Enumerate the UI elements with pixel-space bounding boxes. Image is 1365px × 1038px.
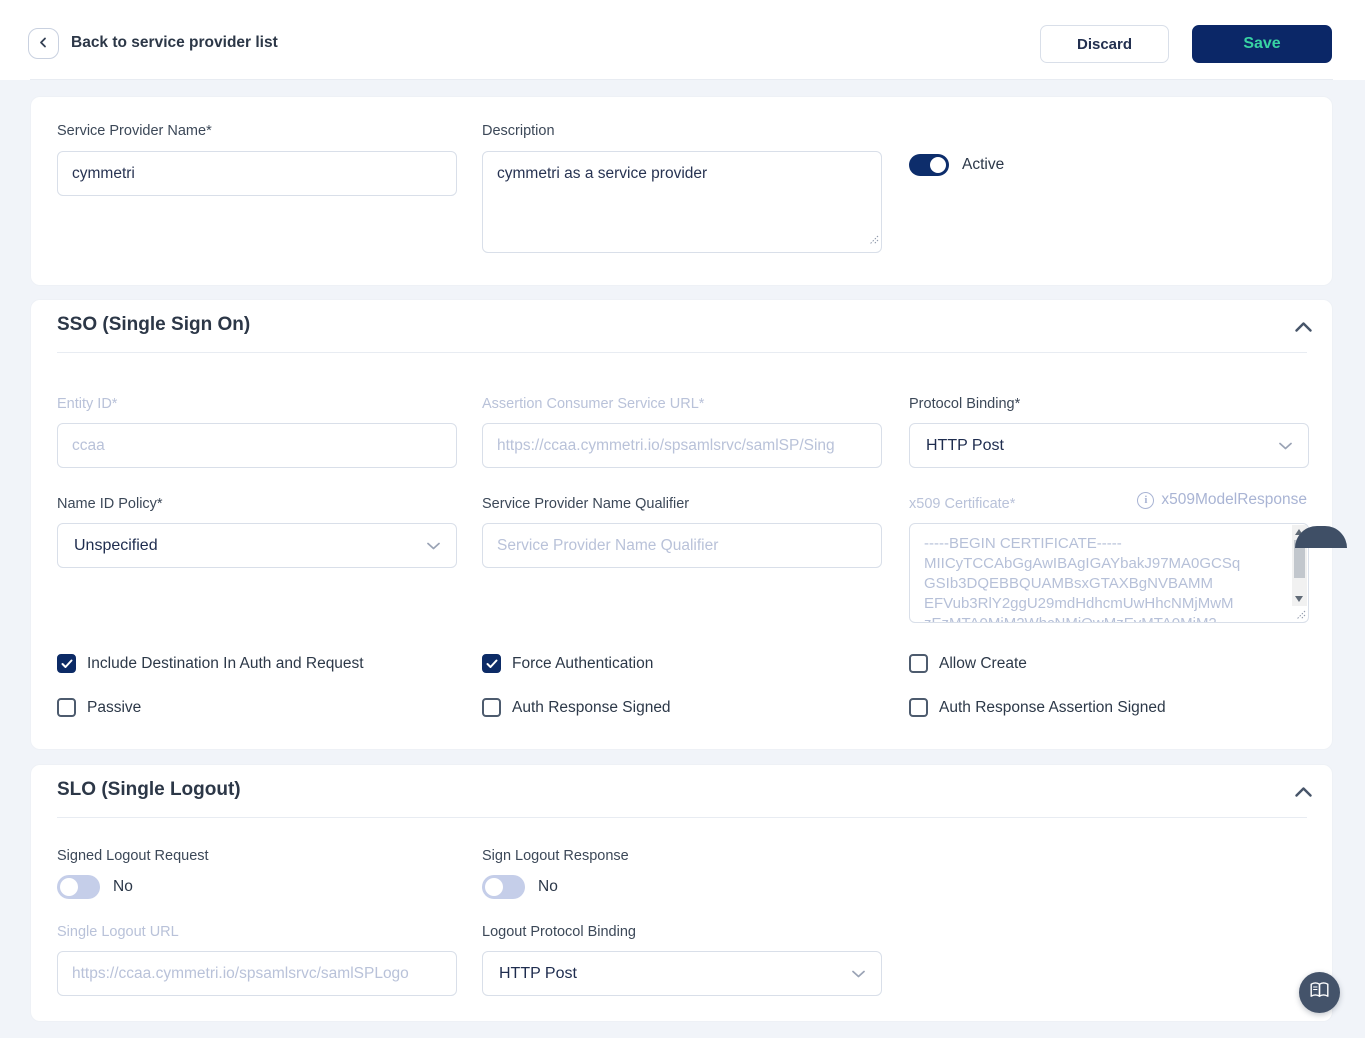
chevron-up-icon (1294, 784, 1312, 802)
active-toggle-row: Active (909, 154, 1004, 176)
resize-grip-icon[interactable] (1292, 606, 1307, 621)
protocol-binding-select[interactable]: HTTP Post (909, 423, 1309, 468)
basic-info-card: Service Provider Name* Description cymme… (30, 96, 1333, 286)
entity-id-label: Entity ID* (57, 396, 118, 412)
logout-protocol-binding-value: HTTP Post (499, 964, 577, 982)
sp-name-qualifier-label: Service Provider Name Qualifier (482, 496, 690, 512)
sso-collapse-button[interactable] (1289, 316, 1317, 340)
top-bar: Back to service provider list Discard Sa… (0, 0, 1365, 80)
checkbox-box[interactable] (57, 654, 76, 673)
checkbox-box[interactable] (482, 654, 501, 673)
active-toggle-label: Active (962, 156, 1005, 173)
checkbox-label: Allow Create (939, 654, 1027, 672)
signed-logout-request-toggle[interactable] (57, 875, 100, 899)
save-button[interactable]: Save (1192, 25, 1332, 63)
checkbox-force-authentication[interactable]: Force Authentication (482, 654, 653, 673)
checkbox-label: Force Authentication (512, 654, 654, 672)
service-provider-name-input[interactable] (57, 151, 457, 196)
checkbox-label: Auth Response Assertion Signed (939, 698, 1166, 716)
name-id-policy-select[interactable]: Unspecified (57, 523, 457, 568)
back-button[interactable] (28, 28, 59, 59)
help-docs-button[interactable] (1299, 972, 1340, 1013)
sign-logout-response-toggle[interactable] (482, 875, 525, 899)
scroll-down-icon[interactable] (1295, 596, 1303, 602)
page-title: Back to service provider list (71, 34, 278, 51)
entity-id-input[interactable] (57, 423, 457, 468)
sign-logout-response-label: Sign Logout Response (482, 848, 629, 864)
checkbox-auth-response-signed[interactable]: Auth Response Signed (482, 698, 671, 717)
header-divider (30, 79, 1333, 80)
name-id-policy-label: Name ID Policy* (57, 496, 163, 512)
chevron-left-icon (38, 35, 49, 53)
logout-protocol-binding-label: Logout Protocol Binding (482, 924, 636, 940)
checkbox-box[interactable] (57, 698, 76, 717)
discard-button[interactable]: Discard (1040, 25, 1169, 63)
checkbox-label: Passive (87, 698, 142, 716)
checkbox-box[interactable] (482, 698, 501, 717)
open-book-icon (1309, 981, 1330, 1004)
signed-logout-request-toggle-row: No (57, 875, 133, 899)
acs-url-label: Assertion Consumer Service URL* (482, 396, 705, 412)
chevron-down-icon (427, 537, 440, 555)
x509-model-response-text: x509ModelResponse (1161, 491, 1307, 508)
name-id-policy-value: Unspecified (74, 536, 158, 554)
x509-model-response-link[interactable]: i x509ModelResponse (909, 491, 1307, 509)
checkbox-include-destination[interactable]: Include Destination In Auth and Request (57, 654, 364, 673)
chevron-down-icon (1279, 437, 1292, 455)
sp-name-qualifier-input[interactable] (482, 523, 882, 568)
sso-section-title: SSO (Single Sign On) (57, 314, 251, 335)
protocol-binding-value: HTTP Post (926, 436, 1004, 454)
slo-divider (57, 817, 1307, 818)
sso-section-card: SSO (Single Sign On) Entity ID* Assertio… (30, 299, 1333, 750)
x509-certificate-textarea[interactable]: -----BEGIN CERTIFICATE----- MIICyTCCAbGg… (909, 523, 1309, 623)
slo-section-card: SLO (Single Logout) Signed Logout Reques… (30, 764, 1333, 1022)
service-provider-name-label: Service Provider Name* (57, 123, 212, 139)
acs-url-input[interactable] (482, 423, 882, 468)
checkbox-label: Auth Response Signed (512, 698, 671, 716)
checkbox-box[interactable] (909, 654, 928, 673)
single-logout-url-label: Single Logout URL (57, 924, 179, 940)
active-toggle[interactable] (909, 154, 949, 176)
checkbox-auth-response-assertion-signed[interactable]: Auth Response Assertion Signed (909, 698, 1166, 717)
checkbox-box[interactable] (909, 698, 928, 717)
sso-divider (57, 352, 1307, 353)
sign-logout-response-toggle-row: No (482, 875, 558, 899)
description-label: Description (482, 123, 555, 139)
signed-logout-request-label: Signed Logout Request (57, 848, 209, 864)
chevron-up-icon (1294, 319, 1312, 337)
signed-logout-request-state: No (113, 878, 133, 895)
chevron-down-icon (852, 965, 865, 983)
slo-collapse-button[interactable] (1289, 781, 1317, 805)
description-textarea[interactable]: cymmetri as a service provider (482, 151, 882, 253)
x509-certificate-value: -----BEGIN CERTIFICATE----- MIICyTCCAbGg… (924, 535, 1241, 622)
slo-section-title: SLO (Single Logout) (57, 779, 241, 800)
checkbox-allow-create[interactable]: Allow Create (909, 654, 1027, 673)
logout-protocol-binding-select[interactable]: HTTP Post (482, 951, 882, 996)
sign-logout-response-state: No (538, 878, 558, 895)
single-logout-url-input[interactable] (57, 951, 457, 996)
checkbox-passive[interactable]: Passive (57, 698, 141, 717)
protocol-binding-label: Protocol Binding* (909, 396, 1021, 412)
checkbox-label: Include Destination In Auth and Request (87, 654, 364, 672)
info-icon: i (1137, 491, 1155, 509)
